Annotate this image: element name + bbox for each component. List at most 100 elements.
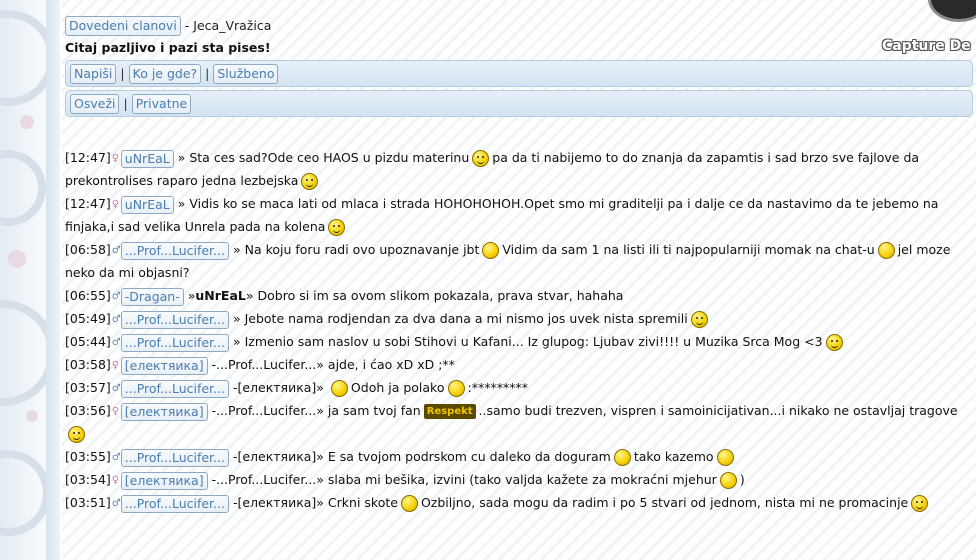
message-recipient[interactable]: ...Prof...Lucifer... xyxy=(216,357,316,372)
chat-message: [03:55]♂ ...Prof...Lucifer... -[електяика… xyxy=(65,445,971,468)
decor-dot xyxy=(20,115,34,129)
message-text: Sta ces sad?Ode ceo HAOS u pizdu materin… xyxy=(189,150,470,165)
message-time: [06:55] xyxy=(65,288,111,303)
decor-dot xyxy=(26,410,38,422)
message-recipient[interactable]: ...Prof...Lucifer... xyxy=(216,403,316,418)
chat-message: [06:58]♂ ...Prof...Lucifer... » Na koju f… xyxy=(65,238,971,284)
message-text: Na koju foru radi ovo upoznavanje jbt xyxy=(244,242,480,257)
left-decoration xyxy=(0,0,62,560)
male-icon: ♂ xyxy=(111,290,121,302)
message-text: tako kazemo xyxy=(633,449,714,464)
message-time: [03:51] xyxy=(65,495,111,510)
smiley-icon xyxy=(400,495,418,512)
message-time: [03:57] xyxy=(65,380,111,395)
chat-message: [05:44]♂ ...Prof...Lucifer... » Izmenio s… xyxy=(65,330,971,353)
message-text: Vidim da sam 1 na listi ili ti najpopula… xyxy=(502,242,875,257)
chat-message: [05:49]♂ ...Prof...Lucifer... » Jebote na… xyxy=(65,307,971,330)
message-text: ajde, i ćao xD xD ;** xyxy=(327,357,455,372)
chat-message: [03:51]♂ ...Prof...Lucifer... -[електяика… xyxy=(65,491,971,514)
message-time: [05:49] xyxy=(65,311,111,326)
nav-separator: | xyxy=(123,96,128,111)
message-text: E sa tvojom podrskom cu daleko da dogura… xyxy=(327,449,611,464)
female-icon: ♀ xyxy=(111,152,120,164)
message-time: [06:58] xyxy=(65,242,111,257)
message-author[interactable]: [електяика] xyxy=(120,356,208,375)
message-text: Odoh ja polako xyxy=(350,380,445,395)
toolbar-top: Napiši | Ko je gde? | Službeno xyxy=(65,60,973,87)
message-arrow: » xyxy=(245,288,254,303)
message-author[interactable]: ...Prof...Lucifer... xyxy=(120,333,229,352)
laughing-smiley-icon xyxy=(328,219,346,236)
chat-log: [12:47]♀ uNrEaL » Sta ces sad?Ode ceo HAO… xyxy=(65,146,971,514)
message-recipient[interactable]: ...Prof...Lucifer... xyxy=(216,472,316,487)
message-text: ..samo budi trezven, vispren i samoinici… xyxy=(478,403,958,418)
current-nickname: Jeca_Vražica xyxy=(193,18,272,33)
chat-message: [03:56]♀ [електяика] -...Prof...Lucifer..… xyxy=(65,399,971,445)
female-icon: ♀ xyxy=(111,198,120,210)
decor-bar xyxy=(46,0,60,560)
chat-message: [03:58]♀ [електяика] -...Prof...Lucifer..… xyxy=(65,353,971,376)
message-text: Crkni skote xyxy=(327,495,398,510)
message-author[interactable]: ...Prof...Lucifer... xyxy=(120,494,229,513)
message-arrow: » xyxy=(316,449,324,464)
message-author[interactable]: uNrEaL xyxy=(120,149,174,168)
message-recipient[interactable]: [електяика] xyxy=(237,495,316,510)
message-text: ja sam tvoj fan xyxy=(327,403,421,418)
message-author[interactable]: [електяика] xyxy=(120,471,208,490)
message-recipient[interactable]: [електяика] xyxy=(237,380,316,395)
header-separator: - xyxy=(184,18,190,33)
message-arrow: » xyxy=(232,242,241,257)
private-messages-button[interactable]: Privatne xyxy=(131,93,192,114)
message-time: [12:47] xyxy=(65,196,111,211)
message-author[interactable]: ...Prof...Lucifer... xyxy=(120,448,229,467)
male-icon: ♂ xyxy=(111,382,121,394)
message-author[interactable]: ...Prof...Lucifer... xyxy=(120,241,229,260)
message-arrow: » xyxy=(177,150,186,165)
laughing-smiley-icon xyxy=(472,150,490,167)
grin-smiley-icon xyxy=(825,334,843,351)
message-text: Jebote nama rodjendan za dva dana a mi n… xyxy=(244,311,688,326)
respekt-emoticon-icon: Respekt xyxy=(423,404,476,419)
chat-message: [03:54]♀ [електяика] -...Prof...Lucifer..… xyxy=(65,468,971,491)
official-button[interactable]: Službeno xyxy=(213,63,279,84)
message-time: [05:44] xyxy=(65,334,111,349)
chat-message: [12:47]♀ uNrEaL » Sta ces sad?Ode ceo HAO… xyxy=(65,146,971,192)
message-text: :********* xyxy=(467,380,528,395)
female-icon: ♀ xyxy=(111,474,120,486)
male-icon: ♂ xyxy=(111,497,121,509)
message-recipient[interactable]: [електяика] xyxy=(237,449,316,464)
toolbar-bottom: Osveži | Privatne xyxy=(65,90,973,117)
message-author[interactable]: ...Prof...Lucifer... xyxy=(120,310,229,329)
write-button[interactable]: Napiši xyxy=(70,63,117,84)
chat-message: [12:47]♀ uNrEaL » Vidis ko se maca lati o… xyxy=(65,192,971,238)
laughing-smiley-icon xyxy=(68,426,85,443)
message-time: [03:55] xyxy=(65,449,111,464)
message-text: ) xyxy=(739,472,745,487)
message-arrow: » xyxy=(316,495,324,510)
message-arrow: » xyxy=(316,380,324,395)
male-icon: ♂ xyxy=(111,313,121,325)
decor-ring xyxy=(0,150,46,226)
message-author[interactable]: -Dragan- xyxy=(120,287,184,306)
message-recipient[interactable]: uNrEaL xyxy=(195,288,245,303)
smiley-icon xyxy=(716,449,734,466)
male-icon: ♂ xyxy=(111,336,121,348)
refresh-button[interactable]: Osveži xyxy=(70,93,120,114)
decor-ring xyxy=(0,450,51,536)
message-author[interactable]: uNrEaL xyxy=(120,195,174,214)
male-icon: ♂ xyxy=(111,451,121,463)
online-members-link[interactable]: Dovedeni clanovi xyxy=(65,16,181,36)
smiley-icon xyxy=(613,449,631,466)
message-author[interactable]: ...Prof...Lucifer... xyxy=(120,379,229,398)
grin-smiley-icon xyxy=(301,173,319,190)
nav-separator: | xyxy=(205,66,210,81)
who-is-where-button[interactable]: Ko je gde? xyxy=(128,63,202,84)
room-header: Dovedeni clanovi - Jeca_Vražica xyxy=(65,16,271,36)
message-author[interactable]: [електяика] xyxy=(120,402,208,421)
room-notice: Citaj pazljivo i pazi sta pises! xyxy=(65,40,271,55)
smiley-icon xyxy=(330,380,348,397)
message-arrow: » xyxy=(177,196,186,211)
nav-separator: | xyxy=(120,66,125,81)
chat-message: [06:55]♂ -Dragan- »uNrEaL» Dobro si im sa… xyxy=(65,284,971,307)
message-time: [03:58] xyxy=(65,357,111,372)
